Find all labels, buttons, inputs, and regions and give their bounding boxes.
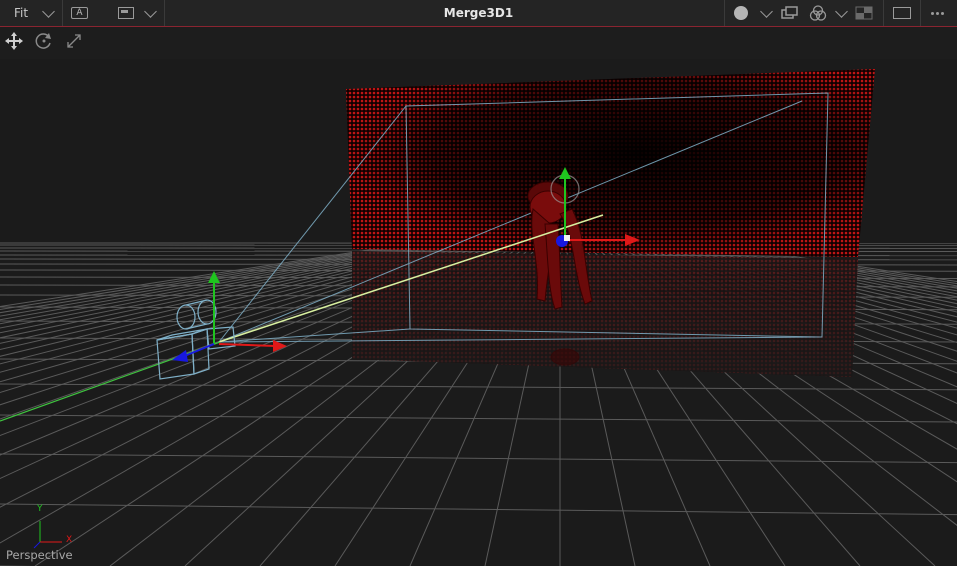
divider — [920, 0, 921, 26]
shading-button[interactable] — [734, 0, 748, 26]
move-icon[interactable] — [4, 31, 24, 51]
viewer-header: Fit A Merge3D1 — [0, 0, 957, 27]
channel-button[interactable]: A — [71, 7, 88, 19]
chevron-down-icon — [835, 4, 848, 18]
grid-line — [0, 414, 957, 423]
lighting-button[interactable] — [809, 0, 827, 26]
view-layout-button[interactable] — [118, 0, 134, 26]
axis-orientation-widget — [33, 521, 62, 549]
divider — [883, 0, 884, 26]
checker-icon — [855, 6, 873, 20]
chevron-down-icon — [144, 4, 157, 18]
axis-y-label: Y — [37, 504, 43, 514]
scale-icon[interactable] — [65, 32, 83, 50]
rect-icon — [118, 7, 134, 19]
scene-canvas — [0, 69, 957, 566]
rotate-icon[interactable] — [34, 31, 54, 51]
more-icon — [931, 11, 934, 15]
viewer-size-button[interactable] — [893, 0, 911, 26]
chevron-down-icon — [42, 4, 55, 18]
view-layout-dropdown[interactable] — [144, 0, 157, 26]
overlay-button[interactable] — [781, 0, 799, 26]
circle-icon — [734, 6, 748, 20]
more-button[interactable] — [930, 0, 945, 26]
transform-toolbar — [0, 27, 957, 59]
divider — [164, 0, 165, 26]
checker-button[interactable] — [855, 0, 873, 26]
zoom-label: Fit — [14, 6, 29, 20]
grid-line — [0, 453, 957, 464]
divider — [724, 0, 725, 26]
divider — [62, 0, 63, 26]
rect-icon — [893, 7, 911, 19]
axis-x-label: X — [66, 535, 73, 545]
backdrop-image-plane — [346, 69, 875, 377]
view-mode-label[interactable]: Perspective — [6, 548, 73, 562]
rgb-circles-icon — [809, 5, 827, 21]
stacked-rect-icon — [781, 6, 798, 19]
3d-viewport[interactable]: Y X Perspective — [0, 59, 957, 566]
shading-dropdown[interactable] — [760, 0, 773, 26]
zoom-dropdown[interactable]: Fit — [14, 0, 55, 26]
lighting-dropdown[interactable] — [835, 0, 848, 26]
chevron-down-icon — [760, 4, 773, 18]
